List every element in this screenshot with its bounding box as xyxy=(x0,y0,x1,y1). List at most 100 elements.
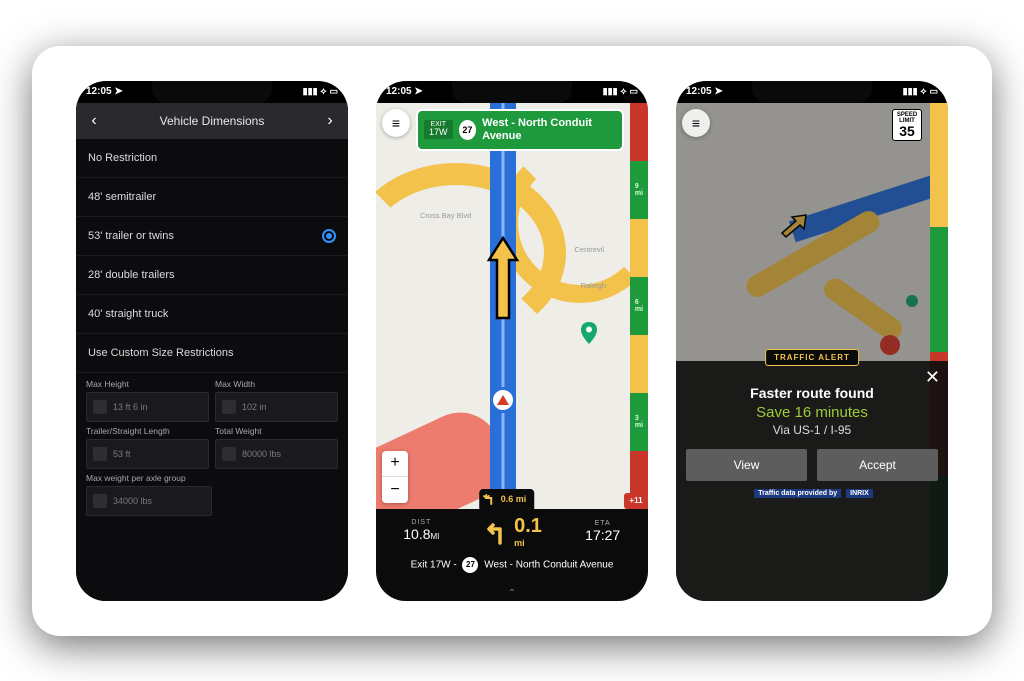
option-label: No Restriction xyxy=(88,152,157,164)
expand-handle[interactable]: ⌃ xyxy=(508,588,516,599)
weight-icon xyxy=(222,447,236,461)
field-value: 53 ft xyxy=(113,449,131,459)
option-label: 28' double trailers xyxy=(88,269,175,281)
field-value: 80000 lbs xyxy=(242,449,281,459)
wifi-icon: ⟡ xyxy=(621,86,627,97)
location-icon: ➤ xyxy=(714,86,722,97)
alert-title: Faster route found xyxy=(686,385,938,401)
next-road-text: Exit 17W - 27 West - North Conduit Avenu… xyxy=(376,555,648,573)
field-value: 34000 lbs xyxy=(113,496,152,506)
phone-settings: 12:05 ➤ ▮▮▮ ⟡ ▭ ‹ Vehicle Dimensions › N… xyxy=(76,81,348,601)
credit-brand: INRIX xyxy=(846,489,873,498)
map-pin-icon xyxy=(580,322,598,344)
direction-arrow-icon xyxy=(483,232,523,322)
exit-number: 17W xyxy=(429,128,448,138)
phone-navigation: 12:05 ➤ ▮▮▮ ⟡ ▭ Cross Bay Blvd Centrevil… xyxy=(376,81,648,601)
option-48-semitrailer[interactable]: 48' semitrailer xyxy=(76,178,348,217)
notch xyxy=(152,81,272,103)
field-label: Max Height xyxy=(86,379,209,389)
accept-button[interactable]: Accept xyxy=(817,449,938,481)
option-53-trailer[interactable]: 53' trailer or twins xyxy=(76,217,348,256)
traffic-delay-badge: +11 xyxy=(624,493,648,509)
map-canvas[interactable]: Cross Bay Blvd Centrevil Raleigh ≡ EXIT … xyxy=(376,103,630,509)
eta-label: ETA xyxy=(595,520,611,527)
credit-text: Traffic data provided by xyxy=(754,489,841,498)
option-28-double[interactable]: 28' double trailers xyxy=(76,256,348,295)
option-label: 48' semitrailer xyxy=(88,191,156,203)
status-time: 12:05 xyxy=(386,86,412,97)
turn-left-icon xyxy=(483,493,495,505)
total-weight-input[interactable]: 80000 lbs xyxy=(215,439,338,469)
traffic-segment-red xyxy=(630,103,648,161)
dist-cell: DIST 10.8MI xyxy=(376,509,467,555)
turn-unit: mi xyxy=(514,538,542,548)
field-value: 102 in xyxy=(242,402,267,412)
vehicle-options-list: No Restriction 48' semitrailer 53' trail… xyxy=(76,139,348,373)
traffic-alert-badge: TRAFFIC ALERT xyxy=(765,349,859,366)
eta-value: 17:27 xyxy=(585,527,620,543)
guidance-sign: EXIT 17W 27 West - North Conduit Avenue xyxy=(416,109,624,151)
menu-button[interactable]: ≡ xyxy=(382,109,410,137)
alert-via: Via US-1 / I-95 xyxy=(686,423,938,437)
close-button[interactable]: ✕ xyxy=(925,367,940,388)
upcoming-distance: 0.6 mi xyxy=(501,494,527,504)
exit-badge: EXIT 17W xyxy=(424,120,453,140)
max-height-input[interactable]: 13 ft 6 in xyxy=(86,392,209,422)
speed-label: SPEED LIMIT xyxy=(893,112,921,124)
settings-header: ‹ Vehicle Dimensions › xyxy=(76,103,348,139)
traffic-segment-green: 9mi xyxy=(630,161,648,219)
field-label: Total Weight xyxy=(215,426,338,436)
battery-icon: ▭ xyxy=(329,86,338,97)
length-icon xyxy=(93,447,107,461)
dist-unit: MI xyxy=(431,532,440,541)
option-no-restriction[interactable]: No Restriction xyxy=(76,139,348,178)
traffic-segment-green: 3mi xyxy=(630,393,648,451)
upcoming-turn-chip: 0.6 mi xyxy=(479,489,535,509)
notch xyxy=(752,81,872,103)
menu-button[interactable]: ≡ xyxy=(682,109,710,137)
location-icon: ➤ xyxy=(414,86,422,97)
back-button[interactable]: ‹ xyxy=(84,112,104,130)
turn-left-icon xyxy=(482,519,508,545)
traffic-segment-yellow xyxy=(630,219,648,277)
alert-savings: Save 16 minutes xyxy=(686,404,938,421)
map-road-label: Cross Bay Blvd xyxy=(420,211,471,220)
battery-icon: ▭ xyxy=(629,86,638,97)
traffic-segment-green: 6mi xyxy=(630,277,648,335)
max-width-input[interactable]: 102 in xyxy=(215,392,338,422)
forward-button[interactable]: › xyxy=(320,112,340,130)
battery-icon: ▭ xyxy=(929,86,938,97)
wifi-icon: ⟡ xyxy=(321,86,327,97)
nav-metrics-row: DIST 10.8MI 0.1 mi ETA 17:27 xyxy=(376,509,648,555)
map-road-label: Raleigh xyxy=(581,281,606,290)
traffic-segment-yellow xyxy=(630,335,648,393)
page-title: Vehicle Dimensions xyxy=(160,114,265,128)
field-max-width: Max Width 102 in xyxy=(215,379,338,422)
option-custom-size[interactable]: Use Custom Size Restrictions xyxy=(76,334,348,373)
traffic-segment-yellow xyxy=(930,103,948,228)
alert-buttons: View Accept xyxy=(686,449,938,481)
zoom-controls: + − xyxy=(382,451,408,503)
radio-selected-icon xyxy=(322,229,336,243)
dist-label: DIST xyxy=(411,519,431,526)
phone-traffic-alert: 12:05 ➤ ▮▮▮ ⟡ ▭ ≡ SPEED LIMIT xyxy=(676,81,948,601)
alert-body: ≡ SPEED LIMIT 35 TRAFFIC ALERT ✕ Faster … xyxy=(676,103,948,601)
field-label: Max weight per axle group xyxy=(86,473,212,483)
view-button[interactable]: View xyxy=(686,449,807,481)
zoom-out-button[interactable]: − xyxy=(382,477,408,503)
length-input[interactable]: 53 ft xyxy=(86,439,209,469)
width-icon xyxy=(222,400,236,414)
notch xyxy=(452,81,572,103)
zoom-in-button[interactable]: + xyxy=(382,451,408,477)
axle-icon xyxy=(93,494,107,508)
option-40-straight[interactable]: 40' straight truck xyxy=(76,295,348,334)
field-max-height: Max Height 13 ft 6 in xyxy=(86,379,209,422)
axle-weight-input[interactable]: 34000 lbs xyxy=(86,486,212,516)
dist-value: 10.8 xyxy=(403,526,430,542)
option-label: 40' straight truck xyxy=(88,308,168,320)
route-shield-icon: 27 xyxy=(462,557,478,573)
traffic-bar: 9mi 6mi 3mi +11 xyxy=(630,103,648,509)
current-position-icon xyxy=(490,387,516,413)
location-icon: ➤ xyxy=(114,86,122,97)
option-label: Use Custom Size Restrictions xyxy=(88,347,234,359)
